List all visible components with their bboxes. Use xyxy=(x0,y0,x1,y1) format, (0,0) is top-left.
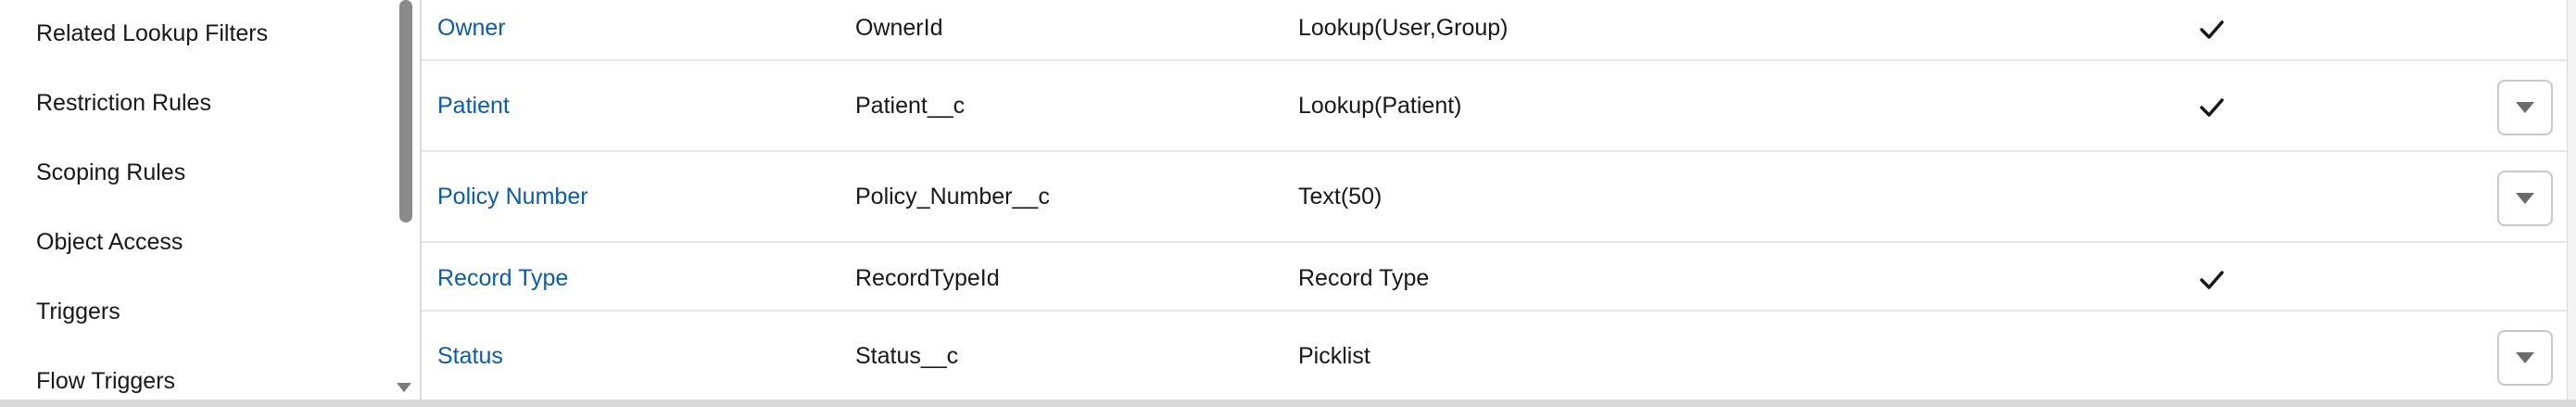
table-row: Policy Number Policy_Number__c Text(50) xyxy=(422,152,2569,243)
sidebar-scrollbar-thumb[interactable] xyxy=(399,0,412,223)
field-label-link[interactable]: Policy Number xyxy=(437,184,588,210)
row-actions-menu-button[interactable] xyxy=(2497,171,2553,226)
field-data-type: Lookup(Patient) xyxy=(1298,93,1462,119)
checkmark-icon xyxy=(2200,271,2224,289)
sidebar-item-object-access[interactable]: Object Access xyxy=(36,229,183,256)
field-data-type: Record Type xyxy=(1298,265,1430,291)
fields-table: Owner OwnerId Lookup(User,Group) Patient… xyxy=(420,0,2569,407)
field-api-name: Patient__c xyxy=(855,93,966,119)
table-row: Status Status__c Picklist xyxy=(422,312,2569,401)
row-actions-menu-button[interactable] xyxy=(2497,330,2553,386)
checkmark-icon xyxy=(2200,20,2224,39)
sidebar-item-related-lookup-filters[interactable]: Related Lookup Filters xyxy=(36,20,268,47)
field-data-type: Lookup(User,Group) xyxy=(1298,15,1509,41)
horizontal-scrollbar[interactable] xyxy=(0,400,2576,407)
sidebar-item-restriction-rules[interactable]: Restriction Rules xyxy=(36,90,211,117)
field-label-link[interactable]: Patient xyxy=(437,93,510,120)
field-label-link[interactable]: Owner xyxy=(437,15,506,42)
field-data-type: Picklist xyxy=(1298,343,1370,369)
row-actions-menu-button[interactable] xyxy=(2497,80,2553,135)
chevron-down-icon xyxy=(2516,102,2534,113)
setup-sidebar: Related Lookup Filters Restriction Rules… xyxy=(0,0,393,407)
field-api-name: Policy_Number__c xyxy=(855,184,1050,210)
table-row: Record Type RecordTypeId Record Type xyxy=(422,243,2569,312)
checkmark-icon xyxy=(2200,98,2224,117)
chevron-down-icon xyxy=(2516,352,2534,363)
field-api-name: Status__c xyxy=(855,343,959,369)
scroll-down-arrow-icon[interactable] xyxy=(395,378,413,397)
field-api-name: OwnerId xyxy=(855,15,943,41)
sidebar-item-flow-triggers[interactable]: Flow Triggers xyxy=(36,368,175,395)
table-row: Patient Patient__c Lookup(Patient) xyxy=(422,61,2569,152)
sidebar-item-triggers[interactable]: Triggers xyxy=(36,299,120,325)
table-row: Owner OwnerId Lookup(User,Group) xyxy=(422,0,2569,61)
page-scrollbar[interactable] xyxy=(2567,0,2576,407)
field-label-link[interactable]: Record Type xyxy=(437,265,568,292)
field-label-link[interactable]: Status xyxy=(437,343,503,370)
field-api-name: RecordTypeId xyxy=(855,265,1000,291)
chevron-down-icon xyxy=(2516,193,2534,204)
field-data-type: Text(50) xyxy=(1298,184,1383,210)
sidebar-item-scoping-rules[interactable]: Scoping Rules xyxy=(36,159,185,186)
